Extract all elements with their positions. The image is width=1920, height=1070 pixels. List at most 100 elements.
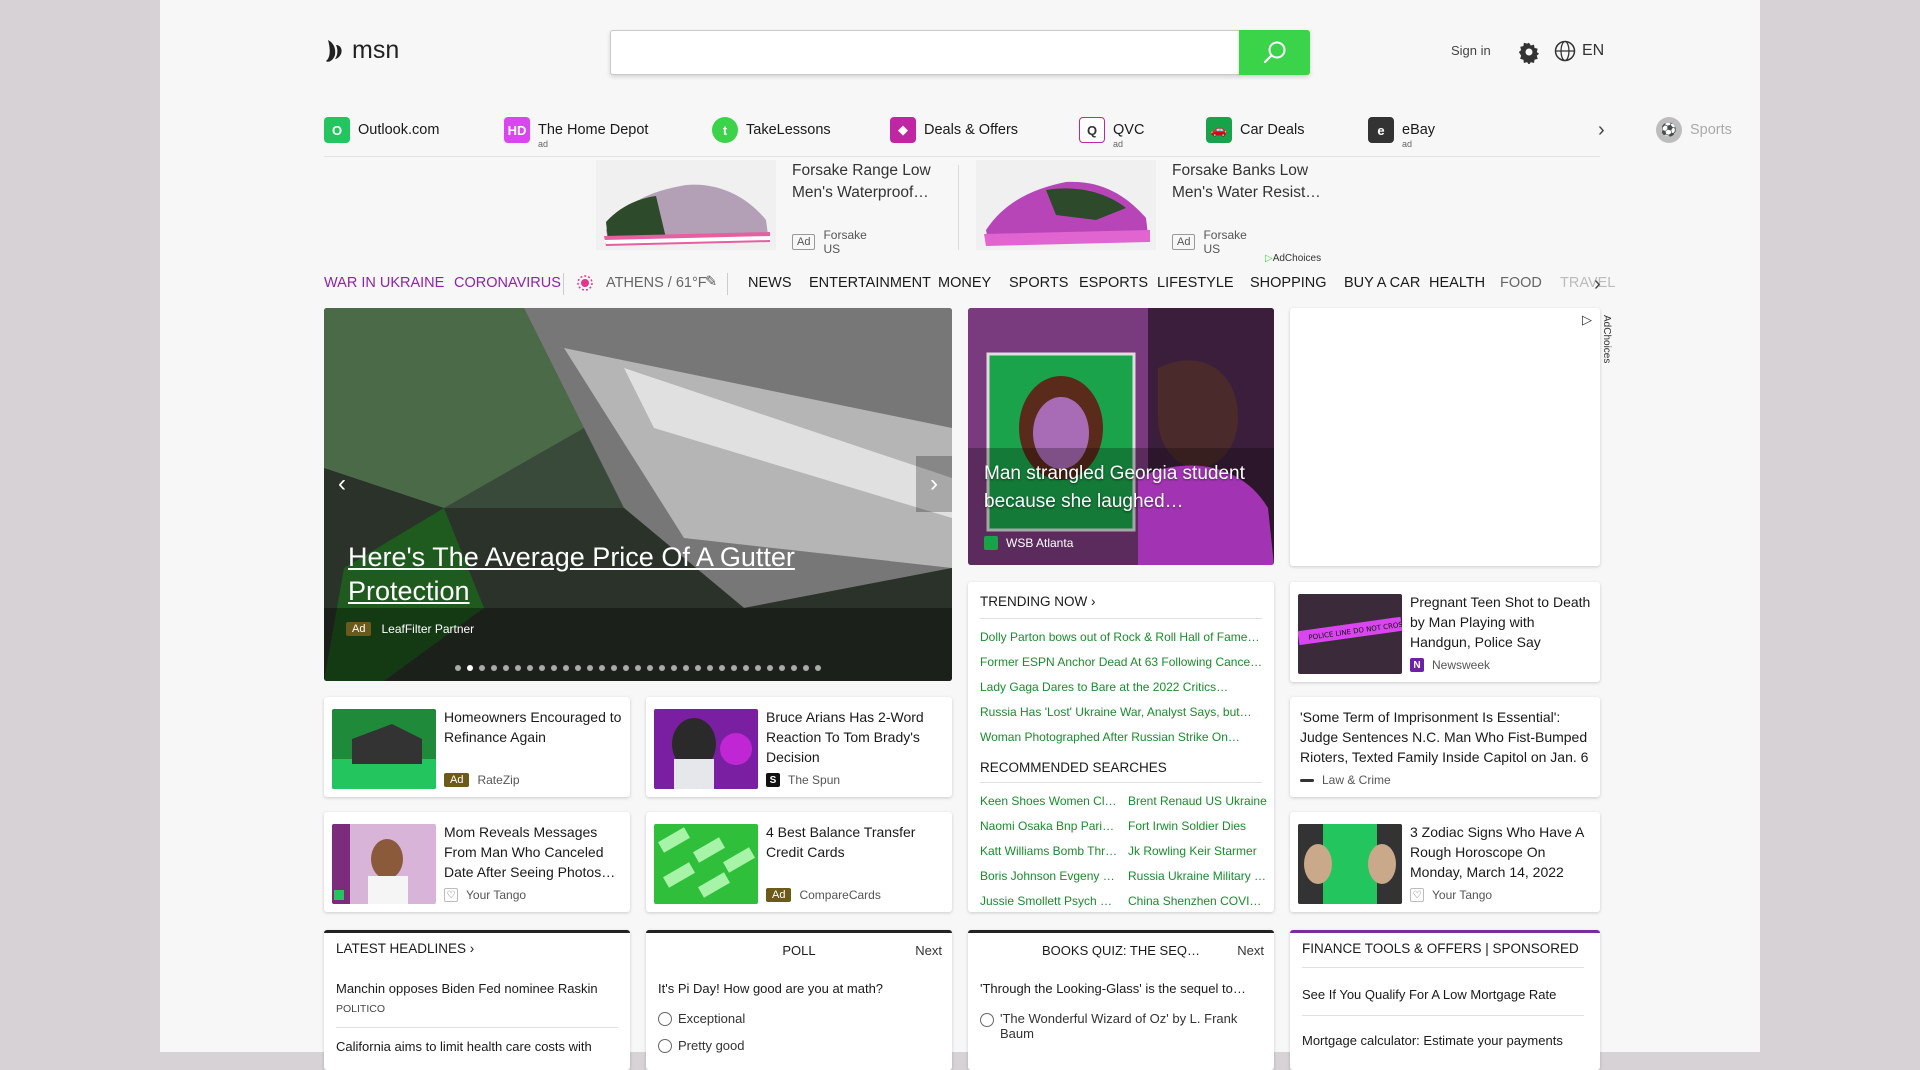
news-card[interactable]: 3 Zodiac Signs Who Have A Rough Horoscop… xyxy=(1290,812,1600,912)
carousel-dot[interactable] xyxy=(791,665,797,671)
carousel-dot[interactable] xyxy=(599,665,605,671)
search-suggestion[interactable]: Katt Williams Bomb Threat xyxy=(980,844,1120,858)
nav-weather[interactable]: ATHENS / 61°F xyxy=(606,275,707,291)
adchoices-vertical[interactable]: AdChoices xyxy=(1601,315,1612,363)
trending-item[interactable]: Dolly Parton bows out of Rock & Roll Hal… xyxy=(980,630,1265,644)
finance-link[interactable]: Mortgage calculator: Estimate your payme… xyxy=(1302,1033,1563,1048)
carousel-dot[interactable] xyxy=(587,665,593,671)
nav-next-arrow[interactable]: › xyxy=(1594,273,1601,296)
finance-link[interactable]: See If You Qualify For A Low Mortgage Ra… xyxy=(1302,987,1556,1002)
nav-travel[interactable]: TRAVEL xyxy=(1560,275,1615,291)
trending-heading[interactable]: TRENDING NOW › xyxy=(980,594,1096,609)
carousel-dot[interactable] xyxy=(719,665,725,671)
nav-war-in-ukraine[interactable]: WAR IN UKRAINE xyxy=(324,275,444,291)
carousel-dot[interactable] xyxy=(575,665,581,671)
adchoices-play-icon[interactable]: ▷ xyxy=(1582,312,1592,328)
carousel-dot[interactable] xyxy=(731,665,737,671)
carousel-dot[interactable] xyxy=(515,665,521,671)
carousel-dot[interactable] xyxy=(755,665,761,671)
nav-shopping[interactable]: SHOPPING xyxy=(1250,275,1327,291)
trending-item[interactable]: Former ESPN Anchor Dead At 63 Following … xyxy=(980,655,1265,669)
nav-lifestyle[interactable]: LIFESTYLE xyxy=(1157,275,1234,291)
gear-icon[interactable] xyxy=(1517,40,1541,64)
quick-links-next-arrow[interactable]: › xyxy=(1598,119,1605,142)
news-card[interactable]: Homeowners Encouraged to Refinance Again… xyxy=(324,697,630,797)
search-suggestion[interactable]: Russia Ukraine Military … xyxy=(1128,869,1268,883)
search-suggestion[interactable]: Naomi Osaka Bnp Pariba… xyxy=(980,819,1120,833)
nav-money[interactable]: MONEY xyxy=(938,275,991,291)
news-card[interactable]: 4 Best Balance Transfer Credit Cards Ad C… xyxy=(646,812,952,912)
search-suggestion[interactable]: Brent Renaud US Ukraine xyxy=(1128,794,1268,808)
carousel-dot[interactable] xyxy=(815,665,821,671)
trending-item[interactable]: Woman Photographed After Russian Strike … xyxy=(980,730,1265,744)
poll-next-button[interactable]: Next xyxy=(915,943,942,958)
news-card[interactable]: 'Some Term of Imprisonment Is Essential'… xyxy=(1290,697,1600,797)
headline-link[interactable]: Manchin opposes Biden Fed nominee Raskin xyxy=(336,981,598,996)
carousel-dot[interactable] xyxy=(779,665,785,671)
carousel-dot[interactable] xyxy=(671,665,677,671)
quick-link-outlook[interactable]: O Outlook.com xyxy=(324,115,439,145)
news-card[interactable]: POLICE LINE DO NOT CROSS Pregnant Teen S… xyxy=(1290,582,1600,682)
poll-option[interactable]: Exceptional xyxy=(658,1011,745,1026)
search-suggestion[interactable]: China Shenzhen COVID… xyxy=(1128,894,1268,908)
carousel-dot[interactable] xyxy=(479,665,485,671)
nav-entertainment[interactable]: ENTERTAINMENT xyxy=(809,275,931,291)
quiz-option[interactable]: 'The Wonderful Wizard of Oz' by L. Frank… xyxy=(980,1011,1265,1041)
carousel-dot[interactable] xyxy=(611,665,617,671)
quick-link-qvc[interactable]: Q QVC ad xyxy=(1079,115,1144,149)
nav-buy-a-car[interactable]: BUY A CAR xyxy=(1344,275,1420,291)
hero-next-arrow[interactable]: › xyxy=(916,456,952,512)
carousel-dot[interactable] xyxy=(707,665,713,671)
quick-link-sports[interactable]: ⚽ Sports xyxy=(1656,115,1732,145)
carousel-dot[interactable] xyxy=(647,665,653,671)
carousel-dot[interactable] xyxy=(455,665,461,671)
carousel-dot[interactable] xyxy=(623,665,629,671)
nav-food[interactable]: FOOD xyxy=(1500,275,1542,291)
search-suggestion[interactable]: Jussie Smollett Psych Wa… xyxy=(980,894,1120,908)
nav-sports[interactable]: SPORTS xyxy=(1009,275,1068,291)
nav-health[interactable]: HEALTH xyxy=(1429,275,1485,291)
carousel-dot[interactable] xyxy=(467,665,473,671)
ad-placeholder[interactable]: ▷ xyxy=(1290,308,1600,566)
quick-link-deals[interactable]: ◆ Deals & Offers xyxy=(890,115,1018,145)
search-input[interactable] xyxy=(610,30,1240,75)
search-suggestion[interactable]: Boris Johnson Evgeny Le… xyxy=(980,869,1120,883)
hero-title[interactable]: Here's The Average Price Of A Gutter Pro… xyxy=(348,540,818,608)
trending-item[interactable]: Lady Gaga Dares to Bare at the 2022 Crit… xyxy=(980,680,1265,694)
quick-link-car-deals[interactable]: 🚗 Car Deals xyxy=(1206,115,1304,145)
language-selector[interactable]: EN xyxy=(1554,40,1604,62)
carousel-dot[interactable] xyxy=(539,665,545,671)
nav-esports[interactable]: ESPORTS xyxy=(1079,275,1148,291)
quiz-next-button[interactable]: Next xyxy=(1237,943,1264,958)
top-story-card[interactable]: Man strangled Georgia student because sh… xyxy=(968,308,1274,565)
carousel-dot[interactable] xyxy=(659,665,665,671)
nav-news[interactable]: NEWS xyxy=(748,275,792,291)
carousel-dot[interactable] xyxy=(767,665,773,671)
hero-prev-arrow[interactable]: ‹ xyxy=(324,456,360,512)
edit-pencil-icon[interactable]: ✎ xyxy=(705,274,717,290)
latest-headlines-heading[interactable]: LATEST HEADLINES › xyxy=(336,941,474,956)
news-card[interactable]: Bruce Arians Has 2-Word Reaction To Tom … xyxy=(646,697,952,797)
nav-coronavirus[interactable]: CORONAVIRUS xyxy=(454,275,561,291)
search-suggestion[interactable]: Fort Irwin Soldier Dies xyxy=(1128,819,1268,833)
search-button[interactable] xyxy=(1239,30,1310,75)
poll-option[interactable]: Pretty good xyxy=(658,1038,745,1053)
carousel-dot[interactable] xyxy=(527,665,533,671)
carousel-dot[interactable] xyxy=(491,665,497,671)
msn-logo[interactable]: msn xyxy=(324,36,399,65)
adchoices-link[interactable]: ▷AdChoices xyxy=(1265,253,1321,264)
quick-link-ebay[interactable]: e eBay ad xyxy=(1368,115,1435,149)
carousel-dot[interactable] xyxy=(695,665,701,671)
search-suggestion[interactable]: Keen Shoes Women Clea… xyxy=(980,794,1120,808)
quick-link-home-depot[interactable]: HD The Home Depot ad xyxy=(504,115,648,149)
trending-item[interactable]: Russia Has 'Lost' Ukraine War, Analyst S… xyxy=(980,705,1265,719)
carousel-dot[interactable] xyxy=(635,665,641,671)
search-suggestion[interactable]: Jk Rowling Keir Starmer xyxy=(1128,844,1268,858)
news-card[interactable]: Mom Reveals Messages From Man Who Cancel… xyxy=(324,812,630,912)
quick-link-takelessons[interactable]: t TakeLessons xyxy=(712,115,831,145)
carousel-dot[interactable] xyxy=(683,665,689,671)
carousel-dot[interactable] xyxy=(503,665,509,671)
carousel-dot[interactable] xyxy=(551,665,557,671)
carousel-dot[interactable] xyxy=(803,665,809,671)
carousel-dot[interactable] xyxy=(563,665,569,671)
